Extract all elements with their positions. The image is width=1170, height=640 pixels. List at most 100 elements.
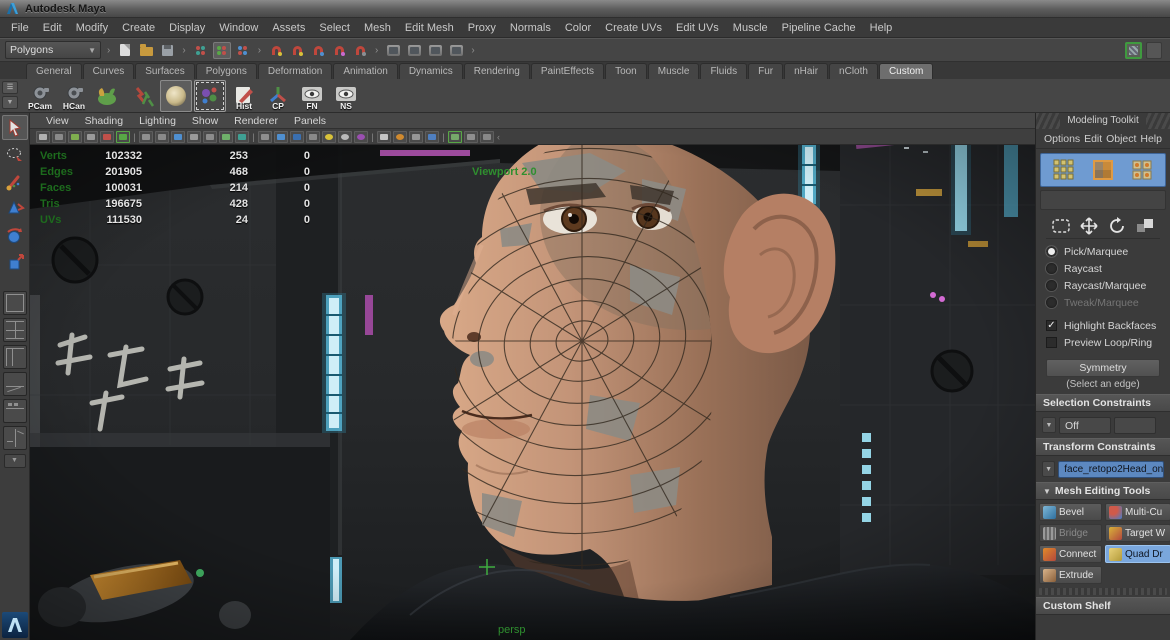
snap-to-point-button[interactable] — [309, 42, 327, 59]
vertex-mode-icon[interactable] — [1051, 157, 1077, 183]
viewport-menu-renderer[interactable]: Renderer — [226, 113, 286, 129]
sidebar-toggle-icon[interactable] — [1146, 42, 1162, 59]
gate-mask-icon[interactable] — [187, 131, 201, 143]
shelf-item-hist[interactable]: Hist — [228, 80, 260, 112]
snap-to-curve-button[interactable] — [288, 42, 306, 59]
screen-space-ao-icon[interactable] — [338, 131, 352, 143]
mtk-menu-options[interactable]: Options — [1044, 133, 1080, 145]
paint-select-tool-button[interactable] — [2, 169, 28, 194]
transform-constraint-field[interactable]: face_retopo2Head_only1:Me — [1058, 461, 1164, 478]
select-object-button[interactable] — [213, 42, 231, 59]
snap-to-projected-center-button[interactable] — [330, 42, 348, 59]
move-tool-button[interactable] — [2, 196, 28, 221]
radio-tweak-marquee[interactable]: Tweak/Marquee — [1046, 294, 1170, 311]
resolution-gate-icon[interactable] — [171, 131, 185, 143]
selection-constraint-field[interactable]: Off — [1059, 417, 1111, 434]
gamma-icon[interactable] — [464, 131, 478, 143]
shelf-tab-dynamics[interactable]: Dynamics — [399, 63, 463, 79]
section-transform-constraints[interactable]: Transform Constraints — [1036, 438, 1170, 456]
modeling-toolkit-toggle-icon[interactable] — [1125, 42, 1142, 59]
layout-more-button[interactable]: ▼ — [4, 454, 26, 468]
shelf-tab-muscle[interactable]: Muscle — [648, 63, 700, 79]
shelf-tab-animation[interactable]: Animation — [333, 63, 397, 79]
render-current-frame-button[interactable] — [405, 42, 423, 59]
viewport-menu-shading[interactable]: Shading — [77, 113, 132, 129]
layout-hypershade-persp-button[interactable] — [3, 399, 27, 423]
depth-of-field-icon[interactable] — [393, 131, 407, 143]
shaded-icon[interactable] — [274, 131, 288, 143]
rotate-tool-button[interactable] — [2, 223, 28, 248]
field-chart-icon[interactable] — [203, 131, 217, 143]
layout-persp-graph-button[interactable] — [3, 372, 27, 396]
shelf-item-pcam[interactable]: PCam — [24, 80, 56, 112]
menu-pipeline-cache[interactable]: Pipeline Cache — [775, 18, 863, 38]
scale-icon[interactable] — [1134, 217, 1156, 235]
open-scene-button[interactable] — [137, 42, 155, 59]
snap-to-view-plane-button[interactable] — [351, 42, 369, 59]
connect-button[interactable]: Connect — [1039, 545, 1102, 563]
viewport-menu-panels[interactable]: Panels — [286, 113, 334, 129]
snap-to-grid-button[interactable] — [267, 42, 285, 59]
render-view-button[interactable] — [384, 42, 402, 59]
mtk-menu-help[interactable]: Help — [1140, 133, 1162, 145]
menu-normals[interactable]: Normals — [503, 18, 558, 38]
lasso-tool-button[interactable] — [2, 142, 28, 167]
safe-title-icon[interactable] — [235, 131, 249, 143]
checkbox-preview-loop-ring[interactable]: Preview Loop/Ring — [1046, 334, 1170, 351]
scale-tool-button[interactable] — [2, 250, 28, 275]
view-cube-icon[interactable] — [116, 131, 130, 143]
multisampling-icon[interactable] — [377, 131, 391, 143]
shelf-tab-curves[interactable]: Curves — [83, 63, 135, 79]
film-gate-icon[interactable] — [155, 131, 169, 143]
viewport-renderer-icon[interactable] — [480, 131, 494, 143]
shelf-tab-polygons[interactable]: Polygons — [196, 63, 257, 79]
shelf-tab-ncloth[interactable]: nCloth — [829, 63, 878, 79]
quad-draw-button[interactable]: Quad Dr — [1105, 545, 1170, 563]
edge-mode-icon[interactable] — [1090, 157, 1116, 183]
target-weld-button[interactable]: Target W — [1105, 524, 1170, 542]
layout-four-view-button[interactable] — [3, 318, 27, 342]
bridge-button[interactable]: Bridge — [1039, 524, 1102, 542]
group-separator-icon[interactable]: › — [179, 45, 188, 56]
viewport-menu-view[interactable]: View — [38, 113, 77, 129]
menu-help[interactable]: Help — [863, 18, 900, 38]
section-custom-shelf[interactable]: Custom Shelf — [1036, 597, 1170, 615]
menu-create-uvs[interactable]: Create UVs — [598, 18, 669, 38]
lock-camera-icon[interactable] — [52, 131, 66, 143]
exposure-icon[interactable] — [448, 131, 462, 143]
shelf-item-cp[interactable]: CP — [262, 80, 294, 112]
mtk-menu-edit[interactable]: Edit — [1084, 133, 1102, 145]
menu-mesh[interactable]: Mesh — [357, 18, 398, 38]
menu-display[interactable]: Display — [162, 18, 212, 38]
shelf-item-paint[interactable] — [194, 80, 226, 112]
shelf-tab-surfaces[interactable]: Surfaces — [135, 63, 194, 79]
save-scene-button[interactable] — [158, 42, 176, 59]
menu-proxy[interactable]: Proxy — [461, 18, 503, 38]
rotate-icon[interactable] — [1106, 217, 1128, 235]
menu-muscle[interactable]: Muscle — [726, 18, 775, 38]
layout-persp-uv-button[interactable] — [3, 426, 27, 450]
radio-raycast[interactable]: Raycast — [1046, 260, 1170, 277]
bookmark-icon[interactable] — [84, 131, 98, 143]
section-mesh-editing-tools[interactable]: ▼Mesh Editing Tools — [1036, 482, 1170, 500]
shelf-tab-deformation[interactable]: Deformation — [258, 63, 332, 79]
bevel-button[interactable]: Bevel — [1039, 503, 1102, 521]
selection-constraint-extra-field[interactable] — [1114, 417, 1156, 434]
menu-edit-mesh[interactable]: Edit Mesh — [398, 18, 461, 38]
radio-pick-marquee[interactable]: Pick/Marquee — [1046, 243, 1170, 260]
symmetry-button[interactable]: Symmetry — [1046, 359, 1160, 377]
marquee-icon[interactable] — [1050, 217, 1072, 235]
menu-window[interactable]: Window — [212, 18, 265, 38]
shelf-tab-custom[interactable]: Custom — [879, 63, 933, 79]
layout-single-persp-button[interactable] — [3, 291, 27, 315]
extrude-button[interactable]: Extrude — [1039, 566, 1102, 584]
viewport-menu-show[interactable]: Show — [184, 113, 226, 129]
grid-toggle-icon[interactable] — [139, 131, 153, 143]
ipr-render-button[interactable] — [426, 42, 444, 59]
maya-logo-button[interactable] — [2, 612, 28, 638]
menu-assets[interactable]: Assets — [265, 18, 312, 38]
shelf-item-fn[interactable]: FN — [296, 80, 328, 112]
shelf-tab-fur[interactable]: Fur — [748, 63, 783, 79]
motion-blur-icon[interactable] — [354, 131, 368, 143]
shelf-tab-fluids[interactable]: Fluids — [700, 63, 747, 79]
